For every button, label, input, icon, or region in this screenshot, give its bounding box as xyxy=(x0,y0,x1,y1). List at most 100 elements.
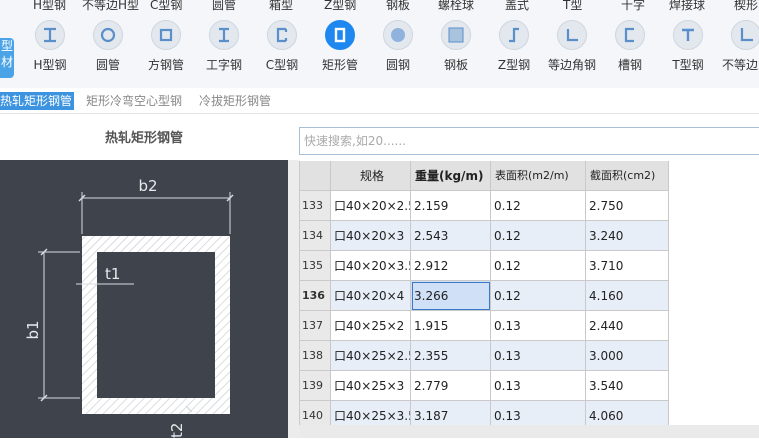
cell-spec[interactable]: 口40×20×2.5 xyxy=(331,191,411,221)
tool-channel[interactable]: 槽钢 xyxy=(600,18,660,84)
cell-section-area[interactable]: 4.060 xyxy=(586,401,669,425)
top-label-z-section[interactable]: Z型钢 xyxy=(324,0,356,12)
header-row-number xyxy=(300,161,331,191)
dim-label-b1: b1 xyxy=(24,320,42,339)
cell-weight[interactable]: 2.912 xyxy=(411,251,491,281)
tool-c-channel[interactable]: C型钢 xyxy=(252,18,312,84)
top-label-wedge[interactable]: 楔形 xyxy=(734,0,758,12)
cell-spec[interactable]: 口40×25×2.5 xyxy=(331,341,411,371)
tool-square-tube[interactable]: 方钢管 xyxy=(136,18,196,84)
cell-spec[interactable]: 口40×25×2 xyxy=(331,311,411,341)
cell-spec[interactable]: 口40×20×3.5 xyxy=(331,251,411,281)
cell-surface-area[interactable]: 0.12 xyxy=(491,251,586,281)
rect-tube-icon xyxy=(325,20,355,50)
dim-label-t2: t2 xyxy=(168,423,186,438)
cell-section-area[interactable]: 3.240 xyxy=(586,221,669,251)
cell-section-area[interactable]: 3.540 xyxy=(586,371,669,401)
section-title: 热轧矩形钢管 xyxy=(104,131,183,146)
spec-table: 规格 重量(kg/m) 表面积(m2/m) 截面积(cm2) 133 口40×2… xyxy=(299,161,759,425)
cell-weight[interactable]: 2.159 xyxy=(411,191,491,221)
top-label-weld-ball[interactable]: 焊接球 xyxy=(669,0,705,12)
table-header: 规格 重量(kg/m) 表面积(m2/m) 截面积(cm2) xyxy=(300,161,669,191)
standard-tabs: 热轧矩形钢管 矩形冷弯空心型钢 冷拔矩形钢管 xyxy=(0,88,759,114)
cell-surface-area[interactable]: 0.13 xyxy=(491,341,586,371)
cell-weight-selected[interactable]: 3.266 xyxy=(411,281,491,311)
square-tube-icon xyxy=(151,20,181,50)
tool-round-tube[interactable]: 圆管 xyxy=(78,18,138,84)
profile-side-tab[interactable]: 型材 xyxy=(0,38,14,78)
search-input[interactable] xyxy=(299,127,759,155)
cell-surface-area[interactable]: 0.12 xyxy=(491,191,586,221)
channel-icon xyxy=(615,20,645,50)
round-tube-icon xyxy=(93,20,123,50)
cell-spec[interactable]: 口40×20×3 xyxy=(331,221,411,251)
row-number: 139 xyxy=(300,371,331,401)
tab-cold-drawn-rect-tube[interactable]: 冷拔矩形钢管 xyxy=(199,92,271,110)
t-section-icon xyxy=(673,20,703,50)
z-section-icon xyxy=(499,20,529,50)
row-number: 140 xyxy=(300,401,331,425)
cell-surface-area[interactable]: 0.13 xyxy=(491,371,586,401)
tool-i-beam[interactable]: 工字钢 xyxy=(194,18,254,84)
rect-tube-drawing: b2 b1 t1 t2 xyxy=(24,177,234,438)
tab-hot-rolled-rect-tube[interactable]: 热轧矩形钢管 xyxy=(0,92,75,110)
top-label-t-section[interactable]: T型 xyxy=(563,0,582,12)
c-channel-icon xyxy=(267,20,297,50)
tool-steel-plate[interactable]: 钢板 xyxy=(426,18,486,84)
equal-angle-icon xyxy=(557,20,587,50)
top-label-bolt-ball[interactable]: 螺栓球 xyxy=(438,0,474,12)
tool-t-section[interactable]: T型钢 xyxy=(658,18,718,84)
horizontal-scrollbar[interactable] xyxy=(299,425,759,438)
header-section-area[interactable]: 截面积(cm2) xyxy=(586,161,669,191)
tool-label: 不等边角 xyxy=(721,58,759,72)
top-label-cross[interactable]: 十字 xyxy=(621,0,645,12)
profile-category-row-top: H型钢 不等边H型 C型钢 圆管 箱型 Z型钢 钢板 螺栓球 盖式 T型 十字 … xyxy=(0,0,759,12)
header-weight[interactable]: 重量(kg/m) xyxy=(411,161,491,191)
row-number: 138 xyxy=(300,341,331,371)
cell-section-area[interactable]: 2.440 xyxy=(586,311,669,341)
row-number: 137 xyxy=(300,311,331,341)
cell-surface-area[interactable]: 0.13 xyxy=(491,311,586,341)
row-number: 134 xyxy=(300,221,331,251)
top-label-unequal-h[interactable]: 不等边H型 xyxy=(82,0,139,12)
cell-weight[interactable]: 2.355 xyxy=(411,341,491,371)
cell-weight[interactable]: 2.543 xyxy=(411,221,491,251)
profile-toolbar: 型材 H型钢 圆管 方钢管 工字钢 C型钢 矩形管 圆钢 钢板 Z型钢 等边角钢 xyxy=(0,12,759,88)
cell-weight[interactable]: 3.187 xyxy=(411,401,491,425)
tool-round-bar[interactable]: 圆钢 xyxy=(368,18,428,84)
cell-weight[interactable]: 1.915 xyxy=(411,311,491,341)
cell-section-area[interactable]: 3.710 xyxy=(586,251,669,281)
cell-surface-area[interactable]: 0.12 xyxy=(491,221,586,251)
cell-spec[interactable]: 口40×25×3 xyxy=(331,371,411,401)
header-surface-area[interactable]: 表面积(m2/m) xyxy=(491,161,586,191)
tool-unequal-angle[interactable]: 不等边角 xyxy=(716,18,759,84)
tool-equal-angle[interactable]: 等边角钢 xyxy=(542,18,602,84)
tool-h-beam[interactable]: H型钢 xyxy=(20,18,80,84)
cell-surface-area[interactable]: 0.12 xyxy=(491,281,586,311)
top-label-round-tube[interactable]: 圆管 xyxy=(212,0,236,12)
row-number: 136 xyxy=(300,281,331,311)
top-label-cover[interactable]: 盖式 xyxy=(505,0,529,12)
tool-z-section[interactable]: Z型钢 xyxy=(484,18,544,84)
round-bar-icon xyxy=(383,20,413,50)
cell-section-area[interactable]: 4.160 xyxy=(586,281,669,311)
tool-rect-tube[interactable]: 矩形管 xyxy=(310,18,370,84)
panel-splitter[interactable] xyxy=(288,160,299,438)
top-label-steel-plate[interactable]: 钢板 xyxy=(386,0,410,12)
cell-surface-area[interactable]: 0.13 xyxy=(491,401,586,425)
row-number: 133 xyxy=(300,191,331,221)
cell-spec[interactable]: 口40×25×3.5 xyxy=(331,401,411,425)
top-label-c-channel[interactable]: C型钢 xyxy=(150,0,182,12)
section-diagram: b2 b1 t1 t2 xyxy=(0,160,288,438)
header-spec[interactable]: 规格 xyxy=(331,161,411,191)
steel-plate-icon xyxy=(441,20,471,50)
top-label-h-beam[interactable]: H型钢 xyxy=(33,0,66,12)
cell-section-area[interactable]: 2.750 xyxy=(586,191,669,221)
tab-cold-formed-rect-hollow[interactable]: 矩形冷弯空心型钢 xyxy=(86,92,182,110)
cell-spec[interactable]: 口40×20×4 xyxy=(331,281,411,311)
cell-section-area[interactable]: 3.000 xyxy=(586,341,669,371)
top-label-box[interactable]: 箱型 xyxy=(269,0,293,12)
row-number: 135 xyxy=(300,251,331,281)
h-beam-icon xyxy=(35,20,65,50)
cell-weight[interactable]: 2.779 xyxy=(411,371,491,401)
